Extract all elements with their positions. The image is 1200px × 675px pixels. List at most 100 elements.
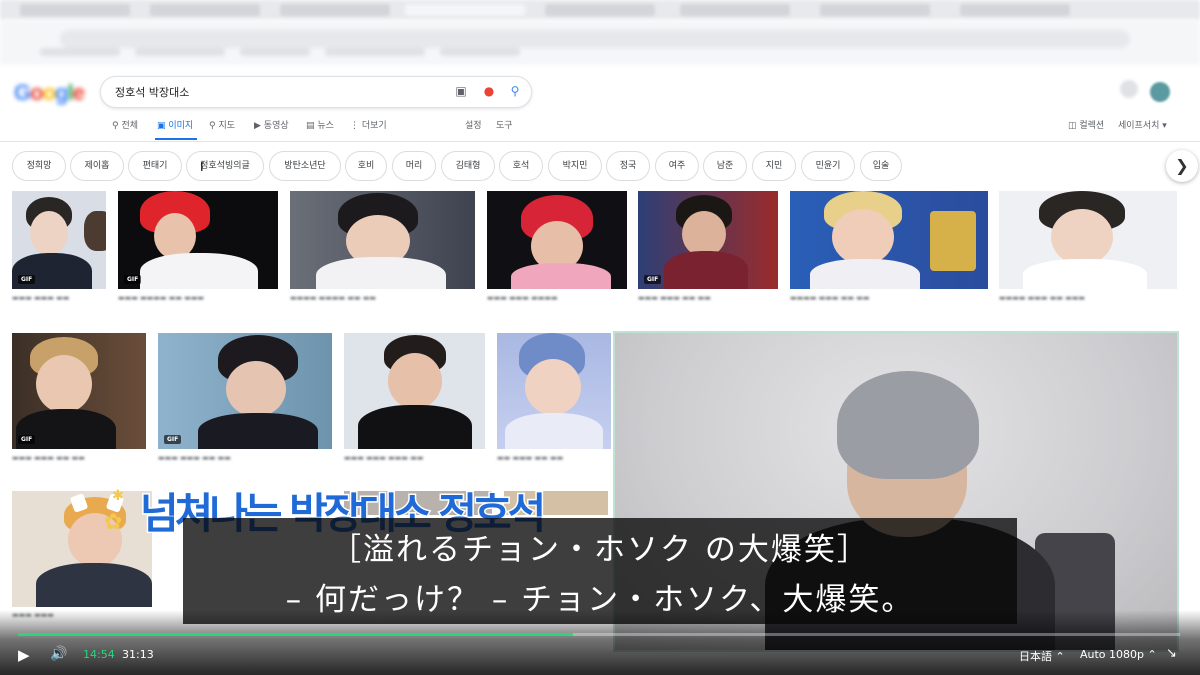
chevron-up-icon: ⌃ bbox=[1147, 648, 1157, 661]
bookmark[interactable] bbox=[325, 48, 425, 56]
image-thumbnail[interactable]: GIF bbox=[12, 333, 146, 449]
tab-maps[interactable]: ⚲ 지도 bbox=[209, 118, 235, 131]
tab-videos[interactable]: ▶ 동영상 bbox=[254, 118, 289, 131]
play-icon[interactable]: ▶ bbox=[18, 646, 30, 664]
image-caption[interactable]: ▬▬▬ ▬▬▬ ▬▬ ▬▬ bbox=[158, 454, 332, 462]
chip[interactable]: 호비 bbox=[345, 151, 387, 181]
browser-tab[interactable] bbox=[680, 4, 790, 16]
gif-badge: GIF bbox=[18, 435, 36, 444]
image-caption[interactable]: ▬▬▬ ▬▬▬ ▬▬ ▬▬ bbox=[638, 294, 778, 302]
chip[interactable]: 제이홉 bbox=[70, 151, 124, 181]
gif-badge: GIF bbox=[164, 435, 182, 444]
chip[interactable]: 정국 bbox=[606, 151, 650, 181]
browser-toolbar bbox=[0, 20, 1200, 65]
image-caption[interactable]: ▬▬▬ ▬▬▬ ▬▬▬ ▬▬ bbox=[344, 454, 485, 462]
search-box[interactable]: 정호석 박장대소 ▣ ● ⚲ bbox=[100, 76, 532, 108]
image-thumbnail[interactable] bbox=[12, 491, 152, 607]
chip[interactable]: 편태기 bbox=[128, 151, 182, 181]
chip[interactable]: 남준 bbox=[703, 151, 747, 181]
chip[interactable]: 김태형 bbox=[441, 151, 495, 181]
image-thumbnail[interactable]: GIF bbox=[12, 191, 106, 289]
browser-tab[interactable] bbox=[545, 4, 655, 16]
header-divider bbox=[0, 141, 1200, 142]
camera-icon[interactable]: ▣ bbox=[453, 83, 469, 99]
chip[interactable]: 민윤기 bbox=[801, 151, 855, 181]
chip[interactable]: 정희망 bbox=[12, 151, 66, 181]
safesearch-link[interactable]: 세이프서치 ▾ bbox=[1118, 118, 1167, 131]
active-tab-indicator bbox=[155, 138, 197, 140]
browser-tab[interactable] bbox=[960, 4, 1070, 16]
current-time: 14:54 bbox=[83, 648, 115, 661]
google-logo[interactable]: Google bbox=[14, 80, 85, 106]
gif-badge: GIF bbox=[124, 275, 142, 284]
browser-tab[interactable] bbox=[150, 4, 260, 16]
tab-images[interactable]: ▣ 이미지 bbox=[157, 118, 193, 131]
text-cursor-icon: I bbox=[200, 160, 204, 174]
bookmark[interactable] bbox=[240, 48, 310, 56]
image-thumbnail[interactable] bbox=[344, 333, 485, 449]
search-icon[interactable]: ⚲ bbox=[507, 83, 523, 99]
quality-select[interactable]: Auto 1080p ⌃ bbox=[1080, 648, 1157, 661]
chip[interactable]: 호석 bbox=[499, 151, 543, 181]
image-thumbnail[interactable] bbox=[790, 191, 988, 289]
progress-bar[interactable] bbox=[18, 633, 1180, 636]
image-caption[interactable]: ▬▬▬▬ ▬▬▬ ▬▬ ▬▬ bbox=[790, 294, 988, 302]
tab-all[interactable]: ⚲ 전체 bbox=[112, 118, 138, 131]
address-bar[interactable] bbox=[60, 30, 1130, 48]
tab-more[interactable]: ⋮ 더보기 bbox=[350, 118, 387, 131]
chevron-right-icon[interactable]: ❯ bbox=[1166, 150, 1198, 182]
bookmark[interactable] bbox=[440, 48, 520, 56]
language-select[interactable]: 日本語 ⌃ bbox=[1019, 648, 1065, 664]
image-caption[interactable]: ▬▬▬ ▬▬▬ ▬▬ bbox=[12, 294, 106, 302]
image-caption[interactable]: ▬▬ ▬▬▬ ▬▬ ▬▬ bbox=[497, 454, 611, 462]
search-input[interactable]: 정호석 박장대소 bbox=[115, 84, 189, 100]
browser-tab[interactable] bbox=[280, 4, 390, 16]
collections-label: 컬렉션 bbox=[1079, 121, 1105, 131]
subtitle-line-1: ［溢れるチョン・ホソク の大爆笑］ bbox=[330, 532, 870, 568]
image-caption[interactable]: ▬▬▬ ▬▬▬ ▬▬▬▬ bbox=[487, 294, 627, 302]
image-thumbnail[interactable]: GIF bbox=[158, 333, 332, 449]
browser-tab[interactable] bbox=[820, 4, 930, 16]
image-thumbnail[interactable] bbox=[487, 191, 627, 289]
flower-icon: ✿ bbox=[104, 510, 123, 535]
apps-icon[interactable] bbox=[1120, 80, 1138, 98]
browser-tab-active[interactable] bbox=[405, 4, 525, 16]
image-thumbnail[interactable] bbox=[999, 191, 1177, 289]
image-caption[interactable]: ▬▬▬▬ ▬▬▬▬ ▬▬ ▬▬ bbox=[290, 294, 475, 302]
chip[interactable]: 정호석빙의글 bbox=[186, 151, 264, 181]
language-label: 日本語 bbox=[1019, 650, 1052, 663]
chip[interactable]: 방탄소년단 bbox=[269, 151, 341, 181]
bookmark[interactable] bbox=[40, 48, 120, 56]
image-caption[interactable]: ▬▬▬▬ ▬▬▬ ▬▬ ▬▬▬ bbox=[999, 294, 1177, 302]
chip[interactable]: 머리 bbox=[392, 151, 436, 181]
collections-link[interactable]: ◫ 컬렉션 bbox=[1068, 118, 1104, 131]
volume-icon[interactable]: 🔊 bbox=[50, 646, 67, 662]
search-nav: ⚲ 전체 ▣ 이미지 ⚲ 지도 ▶ 동영상 ▤ 뉴스 ⋮ 더보기 설정 도구 ◫… bbox=[0, 118, 1200, 134]
chevron-up-icon: ⌃ bbox=[1055, 650, 1065, 663]
tab-news[interactable]: ▤ 뉴스 bbox=[306, 118, 334, 131]
fullscreen-exit-icon[interactable]: ↘ bbox=[1166, 646, 1177, 661]
microphone-icon[interactable]: ● bbox=[481, 83, 497, 99]
browser-tab[interactable] bbox=[20, 4, 130, 16]
tab-label: 뉴스 bbox=[317, 121, 334, 131]
image-thumbnail[interactable] bbox=[497, 333, 611, 449]
settings-link[interactable]: 설정 bbox=[465, 118, 482, 131]
chip[interactable]: 지민 bbox=[752, 151, 796, 181]
tools-link[interactable]: 도구 bbox=[496, 118, 513, 131]
bookmark[interactable] bbox=[135, 48, 225, 56]
image-caption[interactable]: ▬▬▬ ▬▬▬▬ ▬▬ ▬▬▬ bbox=[118, 294, 278, 302]
chip[interactable]: 여주 bbox=[655, 151, 699, 181]
subtitle-box: ［溢れるチョン・ホソク の大爆笑］ – 何だっけ？ – チョン・ホソク、大爆笑。 bbox=[183, 518, 1017, 624]
image-thumbnail[interactable] bbox=[290, 191, 475, 289]
image-thumbnail[interactable]: GIF bbox=[118, 191, 278, 289]
sparkle-icon: ✱ bbox=[112, 488, 124, 504]
tab-label: 더보기 bbox=[361, 121, 387, 131]
image-thumbnail[interactable]: GIF bbox=[638, 191, 778, 289]
avatar[interactable] bbox=[1150, 82, 1170, 102]
duration: 31:13 bbox=[122, 648, 154, 661]
chip[interactable]: 박지민 bbox=[548, 151, 602, 181]
chip[interactable]: 입술 bbox=[860, 151, 902, 181]
image-caption[interactable]: ▬▬▬ ▬▬▬ ▬▬ ▬▬ bbox=[12, 454, 146, 462]
tab-label: 전체 bbox=[121, 121, 139, 131]
tab-label: 이미지 bbox=[168, 121, 194, 131]
